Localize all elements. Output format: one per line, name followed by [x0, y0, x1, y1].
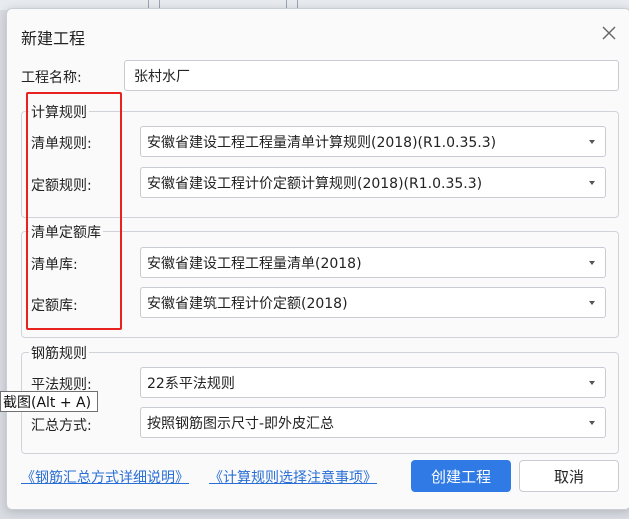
create-project-button[interactable]: 创建工程	[411, 460, 511, 492]
summary-value: 按照钢筋图示尺寸-即外皮汇总	[147, 415, 335, 432]
highlight-box	[26, 92, 122, 330]
summary-select[interactable]: 按照钢筋图示尺寸-即外皮汇总	[140, 407, 606, 438]
new-project-dialog: 新建工程 工程名称: 张村水厂 计算规则 清单规则: 安徽省建设工程工程量清单计…	[6, 8, 629, 510]
rebar-rules-title: 钢筋规则	[29, 343, 89, 363]
chevron-down-icon	[589, 300, 595, 305]
list-rule-value: 安徽省建设工程工程量清单计算规则(2018)(R1.0.35.3)	[147, 134, 497, 151]
project-name-input[interactable]: 张村水厂	[124, 60, 619, 91]
summary-label: 汇总方式:	[31, 418, 92, 434]
dialog-title: 新建工程	[21, 29, 86, 48]
chevron-down-icon	[589, 420, 595, 425]
chevron-down-icon	[589, 260, 595, 265]
project-name-label: 工程名称:	[21, 70, 82, 86]
chevron-down-icon	[589, 380, 595, 385]
close-icon[interactable]	[600, 24, 618, 42]
list-rule-select[interactable]: 安徽省建设工程工程量清单计算规则(2018)(R1.0.35.3)	[140, 126, 606, 157]
quota-rule-value: 安徽省建设工程计价定额计算规则(2018)(R1.0.35.3)	[147, 175, 483, 192]
cancel-button[interactable]: 取消	[519, 460, 619, 492]
screenshot-tooltip: 截图(Alt + A)	[0, 391, 99, 412]
flat-rule-value: 22系平法规则	[147, 375, 235, 392]
quota-rule-select[interactable]: 安徽省建设工程计价定额计算规则(2018)(R1.0.35.3)	[140, 167, 606, 198]
calc-rule-notes-link[interactable]: 《计算规则选择注意事项》	[209, 467, 377, 487]
quota-lib-select[interactable]: 安徽省建筑工程计价定额(2018)	[140, 287, 606, 318]
quota-lib-value: 安徽省建筑工程计价定额(2018)	[147, 295, 348, 312]
flat-rule-select[interactable]: 22系平法规则	[140, 367, 606, 398]
chevron-down-icon	[589, 139, 595, 144]
chevron-down-icon	[589, 180, 595, 185]
rebar-summary-help-link[interactable]: 《钢筋汇总方式详细说明》	[21, 467, 189, 487]
list-lib-select[interactable]: 安徽省建设工程工程量清单(2018)	[140, 247, 606, 278]
list-lib-value: 安徽省建设工程工程量清单(2018)	[147, 255, 362, 272]
